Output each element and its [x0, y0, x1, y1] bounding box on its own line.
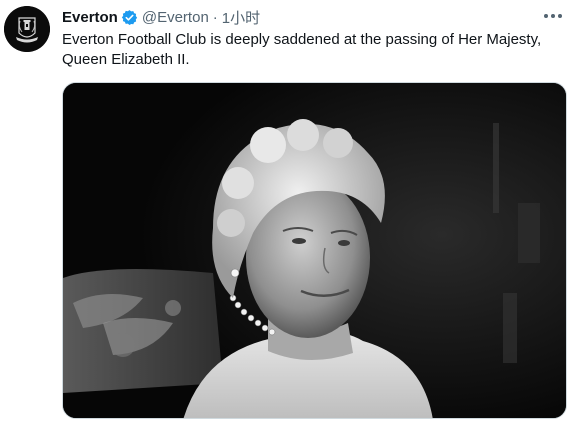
everton-crest-icon	[4, 6, 50, 52]
more-options-icon[interactable]	[541, 6, 565, 26]
tweet-text: Everton Football Club is deeply saddened…	[62, 31, 542, 68]
verified-badge-icon	[121, 9, 138, 26]
tweet-photo[interactable]	[62, 82, 567, 419]
tweet-timestamp[interactable]: 1小时	[222, 7, 260, 28]
portrait-image	[63, 83, 566, 418]
avatar[interactable]	[4, 6, 50, 52]
tweet-card[interactable]: Everton @Everton · 1小时 Everton Football …	[0, 0, 575, 426]
author-display-name[interactable]: Everton	[62, 9, 118, 26]
tweet-header: Everton @Everton · 1小时	[62, 7, 260, 27]
author-handle[interactable]: @Everton	[142, 9, 209, 26]
separator-dot: ·	[212, 8, 218, 26]
